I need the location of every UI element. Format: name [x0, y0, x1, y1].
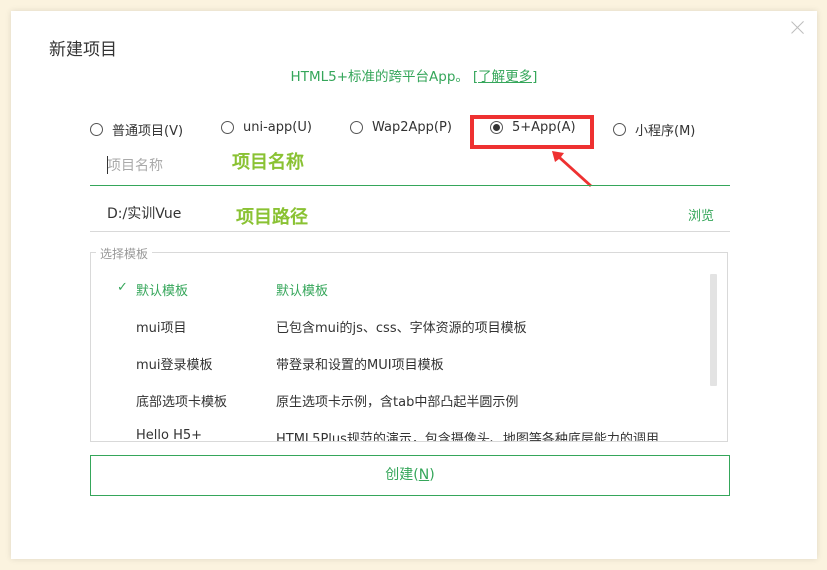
checkmark-icon: ✓: [117, 280, 128, 295]
path-annotation: 项目路径: [236, 207, 308, 228]
project-name-input[interactable]: [107, 155, 607, 177]
project-path-input[interactable]: D:/实训Vue: [107, 203, 181, 223]
create-mnemonic: N: [418, 467, 430, 483]
template-name: 底部选项卡模板: [136, 395, 228, 410]
template-name: Hello H5+: [136, 428, 203, 442]
name-annotation: 项目名称: [232, 152, 304, 173]
project-name-field: 项目名称: [90, 145, 730, 186]
radio-uni-app[interactable]: uni-app(U): [221, 120, 312, 135]
create-button[interactable]: 创建(N): [90, 455, 730, 496]
radio-label: uni-app(U): [243, 120, 312, 135]
template-row[interactable]: ✓ 默认模板 默认模板: [91, 270, 691, 307]
radio-label: 小程序(M): [635, 124, 696, 139]
new-project-dialog: 新建项目 HTML5+标准的跨平台App。 [了解更多] 普通项目(V) uni-…: [11, 11, 817, 559]
create-label: 创建(: [385, 467, 419, 483]
dialog-title: 新建项目: [49, 40, 117, 60]
template-row[interactable]: 底部选项卡模板 原生选项卡示例，含tab中部凸起半圆示例: [91, 381, 691, 418]
template-desc: 带登录和设置的MUI项目模板: [276, 358, 444, 373]
template-desc: HTML5Plus规范的演示，包含摄像头、地图等各种底层能力的调用: [276, 432, 659, 442]
radio-circle-icon: [90, 123, 103, 136]
radio-circle-icon: [613, 123, 626, 136]
subtitle-text: HTML5+标准的跨平台App。: [290, 69, 469, 85]
text-cursor: [107, 156, 108, 174]
template-desc: 已包含mui的js、css、字体资源的项目模板: [276, 321, 527, 336]
browse-button[interactable]: 浏览: [688, 205, 714, 224]
template-row[interactable]: mui项目 已包含mui的js、css、字体资源的项目模板: [91, 307, 691, 344]
project-path-field: D:/实训Vue 项目路径 浏览: [90, 191, 730, 232]
radio-wap2app[interactable]: Wap2App(P): [350, 120, 452, 135]
close-icon[interactable]: [791, 20, 805, 34]
radio-circle-icon: [350, 121, 363, 134]
template-scrollbar[interactable]: [710, 274, 717, 386]
project-type-group: 普通项目(V) uni-app(U) Wap2App(P) 5+App(A) 小…: [90, 120, 750, 140]
annotation-highlight-box: [470, 115, 594, 149]
template-row[interactable]: Hello H5+ HTML5Plus规范的演示，包含摄像头、地图等各种底层能力…: [91, 418, 691, 442]
radio-label: 普通项目(V): [112, 124, 184, 139]
template-desc: 原生选项卡示例，含tab中部凸起半圆示例: [276, 395, 519, 410]
create-suffix: ): [429, 467, 435, 483]
template-list: ✓ 默认模板 默认模板 mui项目 已包含mui的js、css、字体资源的项目模…: [90, 252, 728, 442]
template-row[interactable]: mui登录模板 带登录和设置的MUI项目模板: [91, 344, 691, 381]
template-desc: 默认模板: [276, 284, 329, 299]
template-name: mui项目: [136, 321, 187, 336]
radio-label: Wap2App(P): [372, 120, 452, 135]
radio-mini-program[interactable]: 小程序(M): [613, 120, 695, 139]
radio-circle-icon: [221, 121, 234, 134]
dialog-subtitle: HTML5+标准的跨平台App。 [了解更多]: [11, 65, 817, 85]
radio-normal-project[interactable]: 普通项目(V): [90, 120, 183, 139]
template-name: 默认模板: [136, 284, 189, 299]
template-legend: 选择模板: [96, 245, 153, 262]
template-name: mui登录模板: [136, 358, 213, 373]
learn-more-link[interactable]: [了解更多]: [473, 69, 538, 85]
